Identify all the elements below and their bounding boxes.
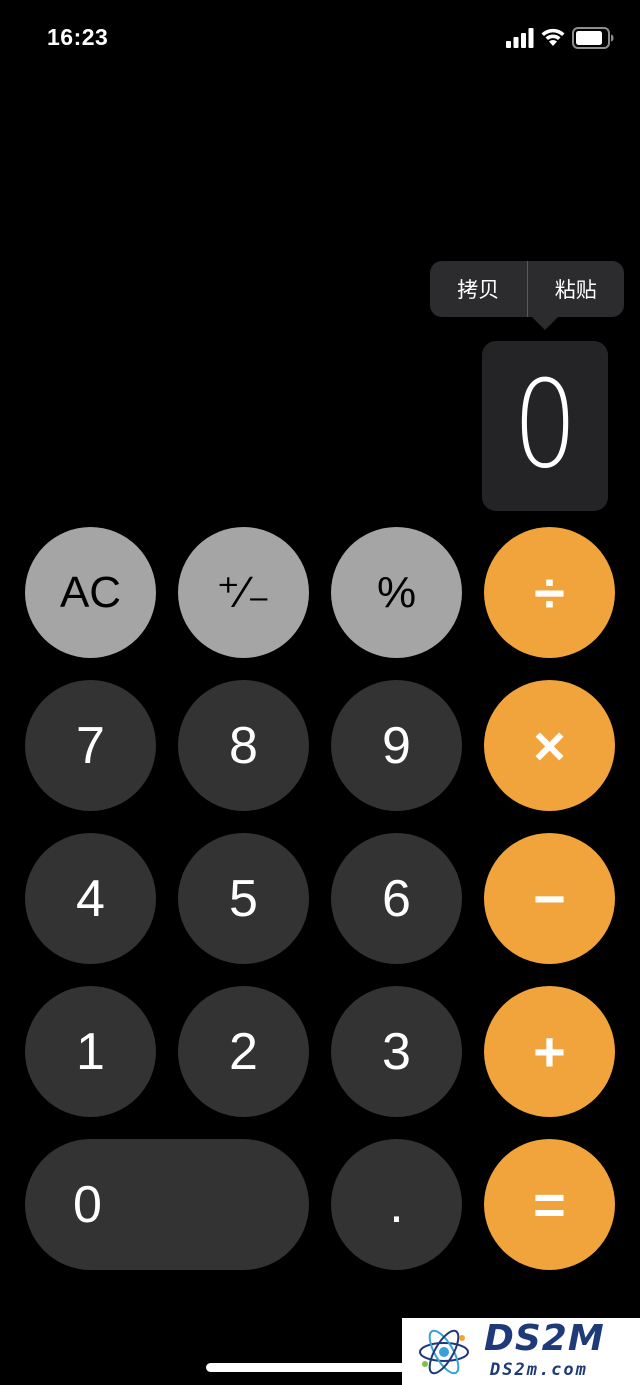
subtract-button[interactable]: − [484,833,615,964]
digit-8-button[interactable]: 8 [178,680,309,811]
home-indicator[interactable] [206,1363,434,1372]
digit-1-label: 1 [76,1022,105,1081]
decimal-button[interactable]: . [331,1139,462,1270]
digit-7-button[interactable]: 7 [25,680,156,811]
digit-3-label: 3 [382,1022,411,1081]
watermark-brand: DS2M [484,1318,605,1359]
divide-button[interactable]: ÷ [484,527,615,658]
subtract-label: − [533,866,566,930]
equals-label: = [533,1172,566,1236]
keypad: AC ⁺∕₋ % ÷ 7 8 9 × 4 5 6 − 1 2 3 + 0 . = [0,0,640,1385]
divide-label: ÷ [534,560,565,624]
equals-button[interactable]: = [484,1139,615,1270]
decimal-label: . [389,1175,404,1234]
clear-button[interactable]: AC [25,527,156,658]
clear-label: AC [59,567,122,617]
sign-toggle-label: ⁺∕₋ [216,567,271,617]
digit-8-label: 8 [229,716,258,775]
digit-0-button[interactable]: 0 [25,1139,309,1270]
sign-toggle-button[interactable]: ⁺∕₋ [178,527,309,658]
digit-4-button[interactable]: 4 [25,833,156,964]
multiply-label: × [533,713,566,777]
digit-5-label: 5 [229,869,258,928]
digit-9-label: 9 [382,716,411,775]
digit-9-button[interactable]: 9 [331,680,462,811]
digit-2-label: 2 [229,1022,258,1081]
digit-4-label: 4 [76,869,105,928]
percent-button[interactable]: % [331,527,462,658]
digit-7-label: 7 [76,716,105,775]
atom-logo-icon [419,1329,469,1375]
digit-3-button[interactable]: 3 [331,986,462,1117]
add-button[interactable]: + [484,986,615,1117]
multiply-button[interactable]: × [484,680,615,811]
digit-1-button[interactable]: 1 [25,986,156,1117]
add-label: + [533,1019,566,1083]
digit-5-button[interactable]: 5 [178,833,309,964]
digit-6-button[interactable]: 6 [331,833,462,964]
watermark: DS2M DS2m.com [402,1318,640,1385]
digit-0-label: 0 [73,1175,102,1234]
percent-label: % [376,567,417,617]
digit-2-button[interactable]: 2 [178,986,309,1117]
digit-6-label: 6 [382,869,411,928]
watermark-url: DS2m.com [490,1360,588,1380]
